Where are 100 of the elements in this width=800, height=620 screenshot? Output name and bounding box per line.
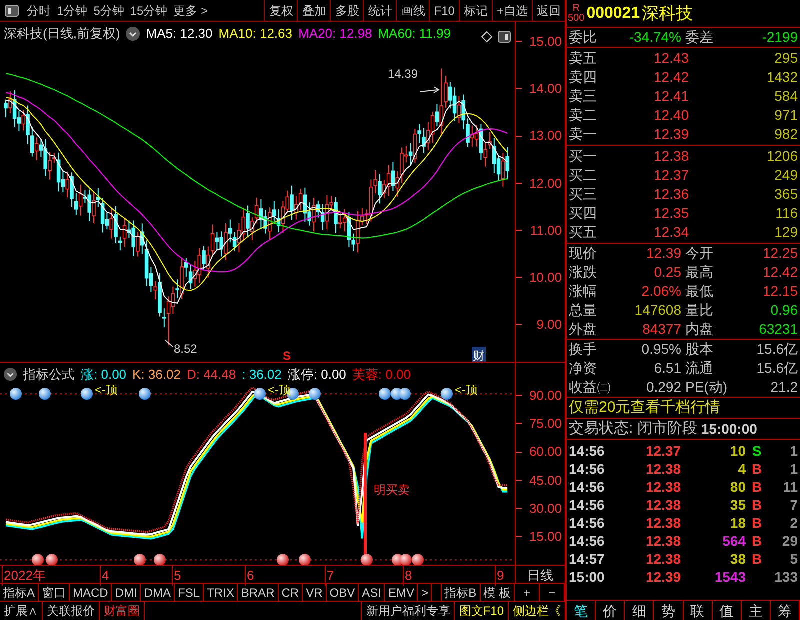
period-button[interactable]: 日线 <box>515 566 565 583</box>
quote-label: PE(动) <box>686 378 728 397</box>
quote-label: 涨幅 <box>569 282 597 301</box>
indicator-tab[interactable]: 模 板 <box>480 584 515 601</box>
toolbar-button[interactable]: 标记 <box>458 0 492 21</box>
axis-label: 75.00 <box>529 415 562 434</box>
badge-label: R <box>572 4 580 14</box>
toolbar-button[interactable]: F10 <box>429 0 459 21</box>
toolbar-button[interactable]: 返回 <box>532 0 565 21</box>
zoom-button[interactable]: − <box>540 584 565 601</box>
toolbar-button[interactable]: 统计 <box>363 0 396 21</box>
period-tab[interactable]: 15分钟 <box>127 0 171 21</box>
price-annotation: 14.39 <box>388 66 418 83</box>
indicator-tab[interactable]: EMV <box>385 584 418 601</box>
panel-toggle-icon[interactable] <box>5 4 19 16</box>
quote-value: -34.74% <box>629 28 682 47</box>
order-price: 12.42 <box>652 68 689 87</box>
quote-label: 现价 <box>569 244 597 263</box>
axis-label: 90.00 <box>529 387 562 405</box>
zoom-button[interactable]: + <box>515 584 540 601</box>
indicator-tab[interactable]: ASI <box>359 584 386 601</box>
panel-tab[interactable]: 联 <box>684 601 713 620</box>
status-time: 15:00:00 <box>701 420 758 438</box>
ball-marker <box>10 388 22 400</box>
quote-value: 84377 <box>642 320 682 339</box>
diamond-icon[interactable] <box>481 31 493 43</box>
promo-link[interactable]: 仅需20元查看千档行情 <box>569 396 721 420</box>
indicator-tab[interactable]: 指标A <box>0 584 40 601</box>
order-level-label: 卖三 <box>569 87 598 106</box>
panel-tab[interactable]: 筹 <box>770 601 800 620</box>
order-price: 12.35 <box>652 204 689 223</box>
indicator-tab[interactable]: 窗口 <box>39 584 70 601</box>
panel-tab[interactable]: 价 <box>596 601 626 620</box>
quote-label: 量比 <box>686 301 714 320</box>
indicator-tab[interactable]: VR <box>303 584 327 601</box>
toolbar-button[interactable]: 叠加 <box>297 0 330 21</box>
panel-toggle-icon[interactable] <box>498 31 511 43</box>
quote-value: 147608 <box>634 301 682 320</box>
order-volume: 971 <box>774 106 798 125</box>
bottom-tab[interactable]: 财富圈 <box>100 602 145 620</box>
bottom-tab[interactable]: 侧边栏《 <box>508 602 565 620</box>
quote-label: 净资 <box>569 359 597 378</box>
bottom-tab[interactable]: 图文F10 <box>454 602 508 620</box>
toolbar-button[interactable]: 多股 <box>330 0 364 21</box>
tick-price: 12.38 <box>644 460 681 478</box>
signal-label: <-顶 <box>455 382 478 399</box>
stock-name: 深科技 <box>642 2 694 25</box>
indicator-tab[interactable]: BRAR <box>238 584 279 601</box>
indicator-tab[interactable]: > <box>418 584 432 601</box>
indicator-tab[interactable]: CR <box>278 584 304 601</box>
chevron-down-icon[interactable] <box>126 26 140 41</box>
axis-label: 30.00 <box>529 500 562 518</box>
indicator-tab[interactable]: FSL <box>175 584 204 601</box>
quote-value: 0.95% <box>642 340 682 359</box>
axis-label: 14.00 <box>529 80 562 98</box>
panel-tab[interactable]: 细 <box>625 601 654 620</box>
tick-time: 15:00 <box>569 568 606 586</box>
indicator-tab[interactable]: TRIX <box>204 584 238 601</box>
leader-line <box>164 340 174 348</box>
order-volume: 129 <box>774 223 798 242</box>
finance-marker[interactable]: 财 <box>472 347 486 362</box>
chevron-down-icon[interactable] <box>4 368 17 382</box>
period-tab[interactable]: 1分钟 <box>54 0 91 21</box>
order-price: 12.39 <box>652 125 689 144</box>
panel-tab[interactable]: 势 <box>654 601 684 620</box>
period-tab[interactable]: 5分钟 <box>90 0 128 21</box>
toolbar-button[interactable]: 复权 <box>264 0 298 21</box>
tick-time: 14:56 <box>569 532 606 550</box>
order-level-label: 卖五 <box>569 49 598 68</box>
tick-time: 14:57 <box>569 550 606 568</box>
period-tab[interactable]: 分时 <box>24 0 54 21</box>
axis-label: 45.00 <box>529 472 562 490</box>
quote-value: 15.6亿 <box>756 340 798 359</box>
indicator-tab[interactable]: MACD <box>70 584 112 601</box>
order-level-label: 买三 <box>569 185 598 204</box>
indicator-tab[interactable]: DMA <box>141 584 176 601</box>
moving-average-value: MA10: 12.63 <box>218 25 292 43</box>
bottom-tab[interactable]: 新用户福利专享 <box>361 602 454 620</box>
period-tab[interactable]: 更多 > <box>170 0 212 21</box>
indicator-tab[interactable]: 指标B <box>442 584 481 601</box>
panel-tab[interactable]: 笔 <box>567 601 596 620</box>
bottom-tab[interactable]: 关联报价 <box>43 602 100 620</box>
tick-price: 12.38 <box>644 478 681 496</box>
panel-tab[interactable]: 值 <box>712 601 742 620</box>
indicator-tab[interactable]: OBV <box>326 584 360 601</box>
date-label: 7 <box>325 566 334 586</box>
order-volume: 1432 <box>766 68 798 87</box>
bottom-tab[interactable]: 扩展∧ <box>0 602 43 620</box>
tick-volume: 38 <box>729 550 746 568</box>
quote-value: 63231 <box>759 320 798 339</box>
order-level-label: 卖一 <box>569 125 598 144</box>
panel-tab[interactable]: 主 <box>742 601 771 620</box>
tick-price: 12.39 <box>644 568 681 586</box>
order-level-label: 买四 <box>569 204 598 223</box>
quote-label: 委差 <box>686 28 714 47</box>
toolbar-button[interactable]: 画线 <box>396 0 430 21</box>
indicator-tab[interactable]: DMI <box>112 584 142 601</box>
order-volume: 982 <box>774 125 798 144</box>
order-volume: 584 <box>774 87 798 106</box>
toolbar-button[interactable]: +自选 <box>492 0 532 21</box>
